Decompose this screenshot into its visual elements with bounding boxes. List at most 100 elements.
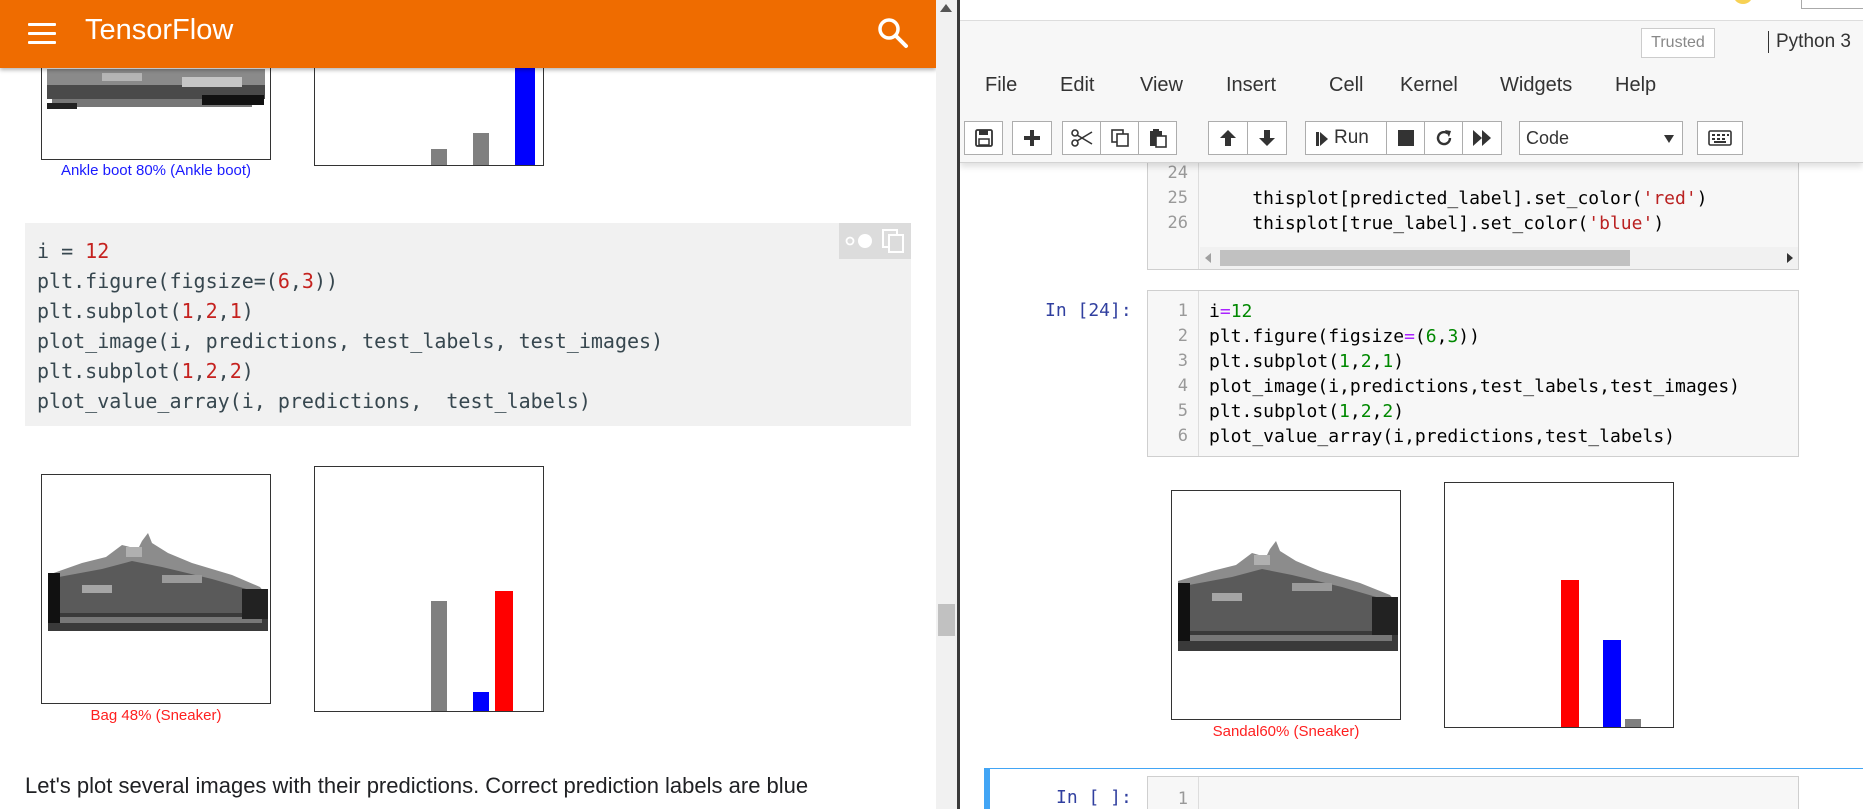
bar-gray [1625,719,1641,727]
cell-prompt: In [24]: [1045,300,1132,321]
stop-icon [1397,130,1414,146]
empty-code-cell[interactable]: 1 [1147,776,1799,809]
code-token: thisplot[predicted_label].set_color( [1209,188,1643,209]
code-token: plot_value_array(i,predictions,test_labe… [1209,426,1675,447]
code-line: i=12 [1209,301,1252,322]
code-token: 'blue' [1588,213,1654,234]
code-cell-24[interactable]: 1 2 3 4 5 6 i=12 plt.figure(figsize=(6,3… [1147,290,1799,457]
scroll-up-arrow-icon[interactable] [940,4,952,12]
menu-edit[interactable]: Edit [1060,74,1094,97]
code-line-6: plot_value_array(i, predictions, test_la… [37,389,591,413]
code-token: , [193,359,206,383]
cut-button[interactable] [1062,121,1101,155]
code-tools [839,223,911,259]
code-token: 2 [1360,351,1372,372]
output-bar-chart [1444,482,1674,728]
interrupt-button[interactable] [1386,121,1425,155]
paste-button[interactable] [1138,121,1177,155]
code-token: = [1219,301,1231,322]
code-token: ) [241,299,254,323]
code-line-4: plot_image(i, predictions, test_labels, … [37,329,663,353]
ankle-boot-image [41,58,271,160]
hamburger-menu-icon[interactable] [26,20,58,46]
menu-kernel[interactable]: Kernel [1400,74,1458,97]
line-number: 4 [1177,376,1188,396]
restart-button[interactable] [1424,121,1463,155]
logout-button[interactable] [1801,0,1863,9]
scrollbar-thumb[interactable] [938,604,955,636]
tensorflow-header: TensorFlow [0,0,936,68]
chevron-down-icon [1664,135,1674,143]
command-palette-button[interactable] [1697,121,1743,155]
code-token: thisplot[true_label].set_color( [1209,213,1589,234]
menu-file[interactable]: File [985,74,1017,97]
code-token: )) [313,269,339,293]
line-number: 2 [1177,326,1188,346]
code-token: 6 [1425,326,1437,347]
code-token: plt.subplot( [37,299,182,323]
copy-icon[interactable] [881,228,905,254]
code-token: 1 [181,359,194,383]
kernel-indicator[interactable]: Python 3 [1768,31,1851,53]
move-up-icon [1220,130,1236,146]
dark-mode-toggle-icon[interactable] [845,233,875,249]
code-token: , [289,269,302,293]
previous-cell-input[interactable]: 24 25 26 thisplot[predicted_label].set_c… [1147,150,1799,270]
line-number: 3 [1177,351,1188,371]
scroll-left-icon[interactable] [1204,253,1212,263]
insert-cell-button[interactable] [1012,121,1052,155]
horizontal-scrollbar[interactable] [1200,247,1798,269]
cell-type-select[interactable]: Code [1519,121,1683,155]
bar-red [495,591,513,711]
ankle-boot-bar-chart [314,58,544,166]
left-scrollbar[interactable] [936,0,957,809]
code-token: ) [1393,401,1405,422]
code-token: 6 [277,269,290,293]
scrollbar-thumb[interactable] [1220,250,1630,266]
code-token: plot_image(i,predictions,test_labels,tes… [1209,376,1741,397]
code-token: 1 [181,299,194,323]
tensorflow-doc-pane: Ankle boot 80% (Ankle boot) TensorFlow i… [0,0,936,809]
menu-widgets[interactable]: Widgets [1500,74,1572,97]
code-block: i = 12 plt.figure(figsize=(6,3)) plt.sub… [25,223,911,426]
code-token: 12 [1230,301,1253,322]
bar-blue-top [515,65,535,165]
scroll-right-icon[interactable] [1786,253,1794,263]
run-button[interactable]: Run [1305,121,1387,155]
notebook-title-bar [960,0,1863,21]
code-line: plt.figure(figsize=(6,3)) [1209,326,1480,347]
code-token: i [1209,301,1220,322]
run-button-label: Run [1334,127,1369,148]
move-up-button[interactable] [1208,121,1248,155]
line-number: 6 [1177,426,1188,446]
code-token: , [193,299,206,323]
save-button[interactable] [964,121,1003,155]
code-line: plt.subplot(1,2,2) [1209,401,1404,422]
trusted-indicator[interactable]: Trusted [1641,28,1715,58]
line-number: 25 [1167,188,1188,208]
menu-help[interactable]: Help [1615,74,1656,97]
copy-button[interactable] [1100,121,1139,155]
menu-insert[interactable]: Insert [1226,74,1276,97]
move-down-button[interactable] [1247,121,1287,155]
run-all-button[interactable] [1462,121,1502,155]
site-title[interactable]: TensorFlow [85,14,233,47]
code-token: i = [37,239,86,263]
code-token: , [217,299,230,323]
code-line-2: plt.figure(figsize=(6,3)) [37,269,338,293]
notification-icon [1735,0,1751,4]
restart-icon [1436,130,1451,146]
code-token: plt.figure(figsize [1209,326,1405,347]
move-down-icon [1259,130,1275,146]
code-token: 2 [205,299,218,323]
code-line: plot_image(i,predictions,test_labels,tes… [1209,376,1740,397]
search-icon[interactable] [876,16,910,50]
code-token: ) [1653,213,1665,234]
body-paragraph: Let's plot several images with their pre… [25,773,809,798]
code-token: ) [241,359,254,383]
code-token: ) [1696,188,1708,209]
menu-cell[interactable]: Cell [1329,74,1363,97]
menu-view[interactable]: View [1140,74,1183,97]
code-token: = [1404,326,1415,347]
code-token: , [1349,401,1361,422]
